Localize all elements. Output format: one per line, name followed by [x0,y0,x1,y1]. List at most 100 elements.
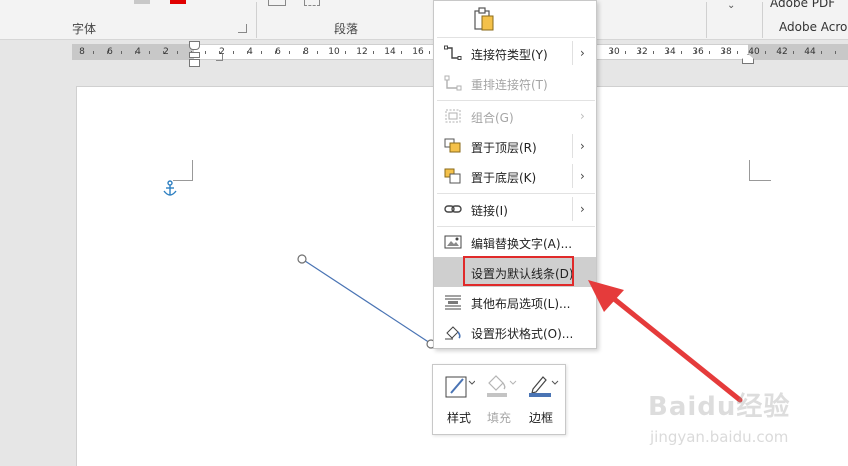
ribbon: 字体 段落 Adobe PDF Adobe Acro ⌄ [0,0,848,40]
menu-item-label: 重排连接符(T) [471,78,548,92]
ruler-number: 40 [748,47,760,57]
ruler-number: 8 [79,47,85,57]
chevron-right-icon: › [580,46,585,60]
paste-icon[interactable] [472,7,496,33]
ruler-tick [835,51,836,54]
ruler-number: 36 [692,47,704,57]
borders-icon[interactable] [304,0,320,6]
font-color-icon[interactable] [170,0,186,4]
ruler-tick [149,51,150,54]
horizontal-ruler[interactable]: 8 6 4 2 2 4 6 8 10 12 14 16 30 32 34 36 … [0,40,848,66]
ruler-tick [93,51,94,54]
ruler-tick [807,51,808,54]
highlight-annotation-box [463,256,574,286]
format-shape-icon [445,326,461,340]
ruler-tick [821,51,822,54]
ruler-tick [247,51,248,54]
menu-item-link[interactable]: 链接(I) › [434,194,596,224]
mini-toolbar: 样式 填充 边框 [432,364,566,435]
submenu-divider [572,197,573,221]
font-dialog-launcher-icon[interactable] [238,24,247,33]
adobe-acrobat-label[interactable]: Adobe Acro [779,20,847,34]
ruler-tick [345,51,346,54]
ruler-number: 10 [328,47,340,57]
shape-outline-button[interactable]: 边框 [523,371,559,429]
line-shape[interactable] [290,248,450,358]
adobe-pdf-label[interactable]: Adobe PDF [770,0,835,10]
ruler-tick [751,51,752,54]
styles-icon[interactable] [352,0,368,8]
shape-fill-button[interactable]: 填充 [481,371,517,429]
menu-item-bring-to-front[interactable]: 置于顶层(R) › [434,131,596,161]
ruler-tick [163,51,164,54]
submenu-divider [572,164,573,188]
alt-text-icon [444,235,462,249]
menu-item-label: 设置形状格式(O)... [471,327,574,341]
paragraph-group-label: 段落 [334,22,359,36]
ruler-tick [177,51,178,54]
chevron-right-icon: › [580,109,585,123]
menu-item-label: 链接(I) [471,204,508,218]
shape-style-label: 样式 [446,411,471,425]
hanging-indent-marker[interactable] [189,52,200,58]
shading-icon[interactable] [268,0,286,6]
left-indent-marker[interactable] [189,59,200,67]
ruler-tick [233,51,234,54]
ruler-number: 38 [720,47,732,57]
menu-item-edit-alt-text[interactable]: 编辑替换文字(A)... [434,227,596,257]
menu-item-send-to-back[interactable]: 置于底层(K) › [434,161,596,191]
bring-to-front-icon [444,138,461,153]
menu-item-reroute-connectors[interactable]: 重排连接符(T) [434,68,596,98]
ruler-tick [779,51,780,54]
ruler-tick [639,51,640,54]
ruler-tick [121,51,122,54]
group-icon [445,109,461,123]
connector-type-icon [444,45,462,60]
ruler-tick [653,51,654,54]
menu-item-format-shape[interactable]: 设置形状格式(O)... [434,317,596,347]
shape-outline-label: 边框 [528,411,553,425]
ruler-tick [695,51,696,54]
ruler-tick [261,51,262,54]
ribbon-separator [256,2,257,38]
highlight-icon[interactable] [134,0,150,4]
menu-item-label: 编辑替换文字(A)... [471,237,573,251]
ruler-tick [415,51,416,54]
anchor-icon[interactable] [162,180,178,198]
ruler-tick [667,51,668,54]
watermark-logo: Baidu经验 [648,392,791,422]
pen-outline-icon [529,376,559,397]
shape-style-button[interactable]: 样式 [441,371,477,429]
chevron-down-icon[interactable]: ⌄ [727,0,735,11]
ruler-tick [331,51,332,54]
link-icon [444,205,462,213]
chevron-right-icon: › [580,139,585,153]
ruler-tick [135,51,136,54]
ruler-tick [359,51,360,54]
ruler-tick [205,51,206,54]
chevron-right-icon: › [580,202,585,216]
ruler-tick [373,51,374,54]
menu-item-connector-type[interactable]: 连接符类型(Y) › [434,38,596,68]
paint-bucket-icon [487,375,517,397]
menu-item-more-layout-options[interactable]: 其他布局选项(L)... [434,287,596,317]
ruler-tick [429,51,430,54]
ruler-tick [723,51,724,54]
ruler-number: 34 [664,47,676,57]
menu-item-label: 其他布局选项(L)... [471,297,571,311]
chevron-right-icon: › [580,169,585,183]
submenu-divider [572,41,573,65]
first-line-indent-marker[interactable] [189,41,200,50]
menu-item-label: 置于底层(K) [471,171,537,185]
sort-icon[interactable] [394,0,410,10]
reroute-connectors-icon [444,75,462,91]
crop-mark-top-left [173,160,193,181]
ruler-tick [765,51,766,54]
submenu-divider [572,134,573,158]
menu-item-group[interactable]: 组合(G) › [434,101,596,131]
ribbon-separator [706,2,707,38]
ruler-tick [611,51,612,54]
tab-selector-icon[interactable] [216,54,223,61]
ruler-number: 14 [384,47,396,57]
ruler-right-margin [748,44,848,60]
